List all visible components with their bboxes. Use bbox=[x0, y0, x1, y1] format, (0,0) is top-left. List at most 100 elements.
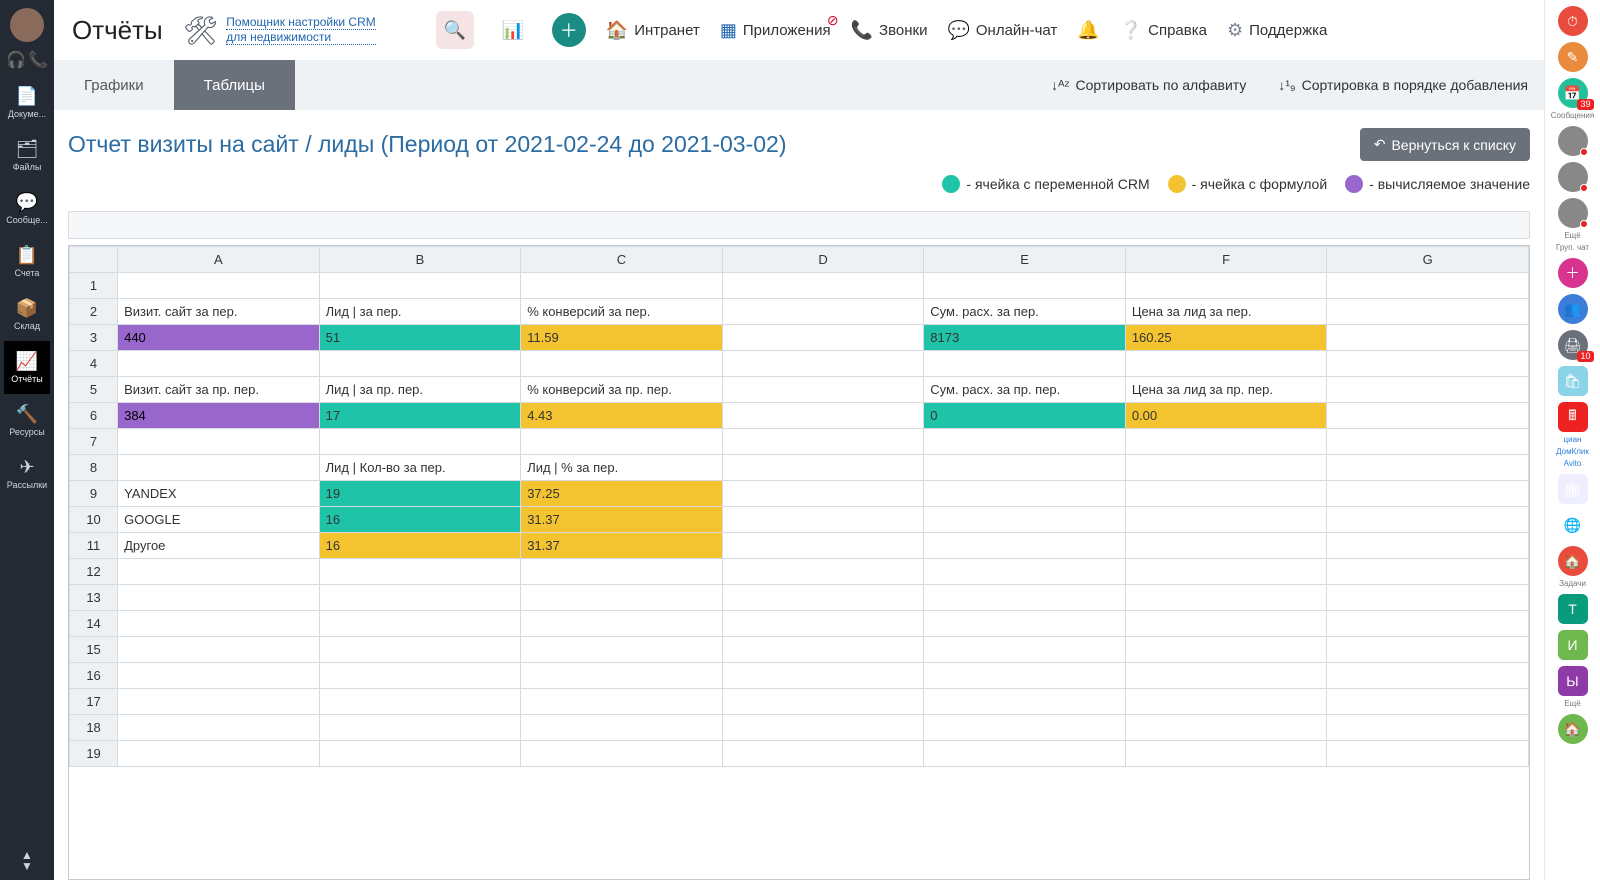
cell-F11[interactable] bbox=[1125, 533, 1327, 559]
cell-F9[interactable] bbox=[1125, 481, 1327, 507]
cell-C7[interactable] bbox=[521, 429, 723, 455]
cell-G11[interactable] bbox=[1327, 533, 1529, 559]
cell-B9[interactable]: 19 bbox=[319, 481, 521, 507]
cell-E2[interactable]: Сум. расх. за пер. bbox=[924, 299, 1126, 325]
cell-D17[interactable] bbox=[722, 689, 924, 715]
sidebar-item-0[interactable]: 📄Докуме... bbox=[4, 76, 49, 129]
cell-B6[interactable]: 17 bbox=[319, 403, 521, 429]
cell-G12[interactable] bbox=[1327, 559, 1529, 585]
col-header-A[interactable]: A bbox=[118, 247, 320, 273]
cell-E4[interactable] bbox=[924, 351, 1126, 377]
cell-G3[interactable] bbox=[1327, 325, 1529, 351]
sort-alpha-button[interactable]: ↓ᴬᶻСортировать по алфавиту bbox=[1035, 60, 1262, 110]
row-header-12[interactable]: 12 bbox=[70, 559, 118, 585]
row-header-3[interactable]: 3 bbox=[70, 325, 118, 351]
cell-D12[interactable] bbox=[722, 559, 924, 585]
right-rail-button-13[interactable]: 🏛 bbox=[1558, 474, 1588, 504]
cell-C19[interactable] bbox=[521, 741, 723, 767]
cell-C16[interactable] bbox=[521, 663, 723, 689]
cell-E12[interactable] bbox=[924, 559, 1126, 585]
sidebar-item-2[interactable]: 💬Сообще... bbox=[4, 182, 49, 235]
row-header-1[interactable]: 1 bbox=[70, 273, 118, 299]
cell-D19[interactable] bbox=[722, 741, 924, 767]
cell-G4[interactable] bbox=[1327, 351, 1529, 377]
cell-A6[interactable]: 384 bbox=[118, 403, 320, 429]
cell-B13[interactable] bbox=[319, 585, 521, 611]
cell-G7[interactable] bbox=[1327, 429, 1529, 455]
cell-B3[interactable]: 51 bbox=[319, 325, 521, 351]
nav-support[interactable]: ⚙Поддержка bbox=[1227, 20, 1327, 41]
telephony-icons[interactable]: 🎧📞 bbox=[6, 50, 48, 70]
cell-E8[interactable] bbox=[924, 455, 1126, 481]
cell-C11[interactable]: 31.37 bbox=[521, 533, 723, 559]
cell-B7[interactable] bbox=[319, 429, 521, 455]
right-rail-button-11[interactable]: 🖩 bbox=[1558, 402, 1588, 432]
cell-E7[interactable] bbox=[924, 429, 1126, 455]
right-rail-button-7[interactable]: ＋ bbox=[1558, 258, 1588, 288]
cell-C1[interactable] bbox=[521, 273, 723, 299]
cell-A9[interactable]: YANDEX bbox=[118, 481, 320, 507]
cell-C3[interactable]: 11.59 bbox=[521, 325, 723, 351]
cell-D4[interactable] bbox=[722, 351, 924, 377]
right-rail-logo[interactable]: циан bbox=[1564, 436, 1582, 444]
cell-G13[interactable] bbox=[1327, 585, 1529, 611]
sidebar-scroll-arrows[interactable]: ▲▼ bbox=[21, 850, 33, 872]
cell-C8[interactable]: Лид | % за пер. bbox=[521, 455, 723, 481]
cell-D2[interactable] bbox=[722, 299, 924, 325]
cell-E9[interactable] bbox=[924, 481, 1126, 507]
sidebar-item-5[interactable]: 📈Отчёты bbox=[4, 341, 49, 394]
cell-A17[interactable] bbox=[118, 689, 320, 715]
right-rail-button-17[interactable]: И bbox=[1558, 630, 1588, 660]
cell-D5[interactable] bbox=[722, 377, 924, 403]
cell-C15[interactable] bbox=[521, 637, 723, 663]
cell-D14[interactable] bbox=[722, 611, 924, 637]
cell-A11[interactable]: Другое bbox=[118, 533, 320, 559]
cell-C13[interactable] bbox=[521, 585, 723, 611]
cell-B8[interactable]: Лид | Кол-во за пер. bbox=[319, 455, 521, 481]
cell-A15[interactable] bbox=[118, 637, 320, 663]
back-to-list-button[interactable]: ↶Вернуться к списку bbox=[1360, 128, 1530, 161]
cell-D10[interactable] bbox=[722, 507, 924, 533]
cell-F13[interactable] bbox=[1125, 585, 1327, 611]
cell-E16[interactable] bbox=[924, 663, 1126, 689]
row-header-7[interactable]: 7 bbox=[70, 429, 118, 455]
cell-G1[interactable] bbox=[1327, 273, 1529, 299]
cell-G2[interactable] bbox=[1327, 299, 1529, 325]
cell-F8[interactable] bbox=[1125, 455, 1327, 481]
cell-C4[interactable] bbox=[521, 351, 723, 377]
cell-F2[interactable]: Цена за лид за пер. bbox=[1125, 299, 1327, 325]
sidebar-item-4[interactable]: 📦Склад bbox=[4, 288, 49, 341]
cell-D1[interactable] bbox=[722, 273, 924, 299]
col-header-F[interactable]: F bbox=[1125, 247, 1327, 273]
cell-A1[interactable] bbox=[118, 273, 320, 299]
cell-A3[interactable]: 440 bbox=[118, 325, 320, 351]
cell-G5[interactable] bbox=[1327, 377, 1529, 403]
cell-E1[interactable] bbox=[924, 273, 1126, 299]
right-rail-button-16[interactable]: Т bbox=[1558, 594, 1588, 624]
row-header-19[interactable]: 19 bbox=[70, 741, 118, 767]
cell-E14[interactable] bbox=[924, 611, 1126, 637]
cell-B10[interactable]: 16 bbox=[319, 507, 521, 533]
cell-E3[interactable]: 8173 bbox=[924, 325, 1126, 351]
cell-A18[interactable] bbox=[118, 715, 320, 741]
cell-A8[interactable] bbox=[118, 455, 320, 481]
cell-C6[interactable]: 4.43 bbox=[521, 403, 723, 429]
cell-C2[interactable]: % конверсий за пер. bbox=[521, 299, 723, 325]
row-header-15[interactable]: 15 bbox=[70, 637, 118, 663]
cell-F19[interactable] bbox=[1125, 741, 1327, 767]
cell-B1[interactable] bbox=[319, 273, 521, 299]
crm-helper-link[interactable]: 🛠 Помощник настройки CRM для недвижимост… bbox=[183, 14, 376, 47]
cell-D18[interactable] bbox=[722, 715, 924, 741]
cell-A13[interactable] bbox=[118, 585, 320, 611]
nav-notifications[interactable]: 🔔 bbox=[1077, 20, 1099, 41]
cell-E18[interactable] bbox=[924, 715, 1126, 741]
cell-D8[interactable] bbox=[722, 455, 924, 481]
row-header-14[interactable]: 14 bbox=[70, 611, 118, 637]
right-rail-button-14[interactable]: 🌐 bbox=[1558, 510, 1588, 540]
nav-help[interactable]: ❔Справка bbox=[1120, 20, 1207, 41]
cell-E10[interactable] bbox=[924, 507, 1126, 533]
cell-F12[interactable] bbox=[1125, 559, 1327, 585]
right-rail-button-0[interactable]: ⏱ bbox=[1558, 6, 1588, 36]
cell-B17[interactable] bbox=[319, 689, 521, 715]
cell-E13[interactable] bbox=[924, 585, 1126, 611]
